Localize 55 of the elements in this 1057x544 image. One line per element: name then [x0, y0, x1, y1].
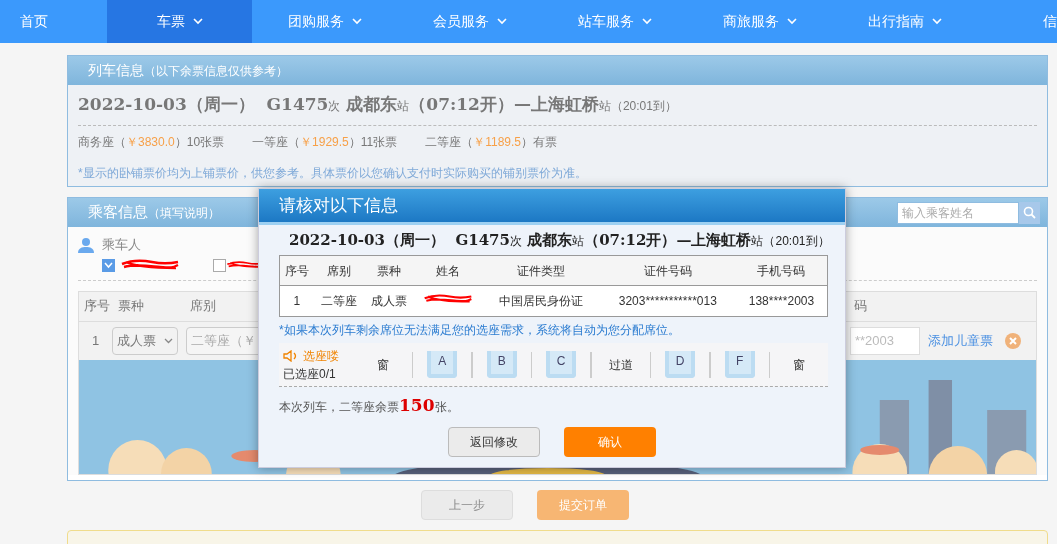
panel-title: 乘客信息（填写说明）: [88, 202, 220, 223]
search-field[interactable]: 输入乘客姓名: [897, 201, 1019, 224]
seat-position-label: 过道: [607, 356, 634, 374]
column-header: 票种: [118, 297, 145, 316]
seat-position-label: 窗: [375, 356, 390, 374]
seat-price: 二等座（￥1189.5）有票: [425, 134, 558, 151]
seat-position-label: 窗: [792, 356, 807, 374]
seat-picker-title: 选座喽: [303, 347, 339, 365]
seat-button[interactable]: F: [724, 351, 755, 378]
table-cell: 3203***********013: [599, 285, 736, 317]
column-header: 序号: [84, 297, 111, 316]
price-note: *显示的卧铺票价均为上铺票价，供您参考。具体票价以您确认支付时实际购买的铺别票价为准。: [78, 165, 588, 182]
phone-field[interactable]: **2003: [850, 326, 920, 355]
submit-order-button[interactable]: 提交订单: [536, 490, 629, 520]
column-header: 席别: [313, 255, 364, 286]
column-header: 序号: [279, 255, 314, 286]
seat-button[interactable]: D: [665, 351, 696, 378]
nav-item[interactable]: 首页: [0, 0, 107, 43]
back-button[interactable]: 返回修改: [448, 426, 540, 457]
seat-button[interactable]: A: [427, 351, 458, 378]
nav-item[interactable]: 车票: [107, 0, 252, 43]
column-header: 码: [854, 297, 867, 316]
nav-item[interactable]: 团购服务: [252, 0, 397, 43]
seat-button[interactable]: C: [546, 351, 577, 378]
column-header: 票种: [363, 255, 414, 286]
table-cell: 二等座: [313, 285, 364, 317]
seat-picker-status: 已选座0/1: [283, 365, 337, 383]
nav-item[interactable]: 信: [977, 0, 1057, 43]
dialog-title: 请核对以下信息: [279, 194, 398, 217]
column-header: 证件号码: [599, 255, 736, 286]
table-cell: 138****2003: [735, 285, 828, 317]
previous-step-button[interactable]: 上一步: [420, 490, 513, 520]
column-header: 席别: [190, 297, 217, 316]
table-cell: 1: [279, 285, 314, 317]
column-header: 姓名: [413, 255, 483, 286]
column-header: 证件类型: [483, 255, 600, 286]
nav-item[interactable]: 出行指南: [832, 0, 977, 43]
column-header: 手机号码: [735, 255, 828, 286]
seat-price: 一等座（￥1929.5）11张票: [252, 134, 398, 151]
add-child-ticket-link[interactable]: 添加儿童票: [928, 330, 993, 351]
confirm-button[interactable]: 确认: [564, 426, 656, 457]
seat-price: 商务座（￥3830.0）10张票: [78, 134, 225, 151]
trip-summary: 2022-10-03（周一） G1475次 成都东站（07:12开）—上海虹桥站（20:01到）: [78, 93, 677, 116]
trip-summary: 2022-10-03（周一） G1475次 成都东站（07:12开）—上海虹桥站（20:01到）: [289, 230, 830, 251]
nav-item[interactable]: 商旅服务: [687, 0, 832, 43]
table-cell-text: 1: [91, 331, 101, 350]
nav-item[interactable]: 站车服务: [542, 0, 687, 43]
nav-item[interactable]: 会员服务: [397, 0, 542, 43]
remaining-tickets: 本次列车，二等座余票150张。: [279, 394, 460, 417]
panel-title: 列车信息（以下余票信息仅供参考）: [88, 61, 288, 80]
seat-button[interactable]: B: [486, 351, 517, 378]
ticket-type-select[interactable]: 成人票: [112, 326, 178, 355]
table-cell: 成人票: [363, 285, 414, 317]
section-label: 乘车人: [102, 236, 141, 254]
table-cell: 中国居民身份证: [483, 285, 600, 317]
